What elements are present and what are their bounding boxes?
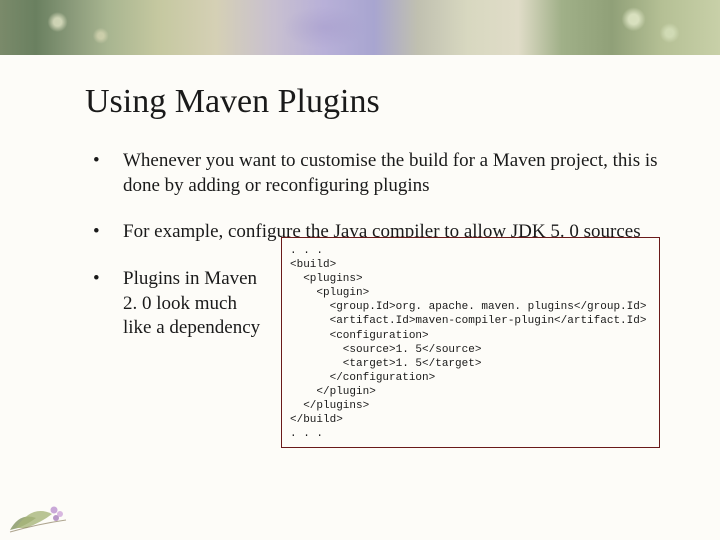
- bullet-list: Whenever you want to customise the build…: [85, 149, 660, 448]
- code-sample: . . . <build> <plugins> <plugin> <group.…: [281, 237, 660, 448]
- bullet-text: Plugins in Maven 2. 0 look much like a d…: [123, 267, 263, 341]
- bullet-item: Whenever you want to customise the build…: [85, 149, 660, 198]
- slide-title: Using Maven Plugins: [85, 83, 660, 121]
- decorative-banner: [0, 0, 720, 55]
- slide-content: Using Maven Plugins Whenever you want to…: [0, 55, 720, 490]
- bullet-item: Plugins in Maven 2. 0 look much like a d…: [85, 267, 660, 448]
- corner-flourish-icon: [8, 494, 72, 534]
